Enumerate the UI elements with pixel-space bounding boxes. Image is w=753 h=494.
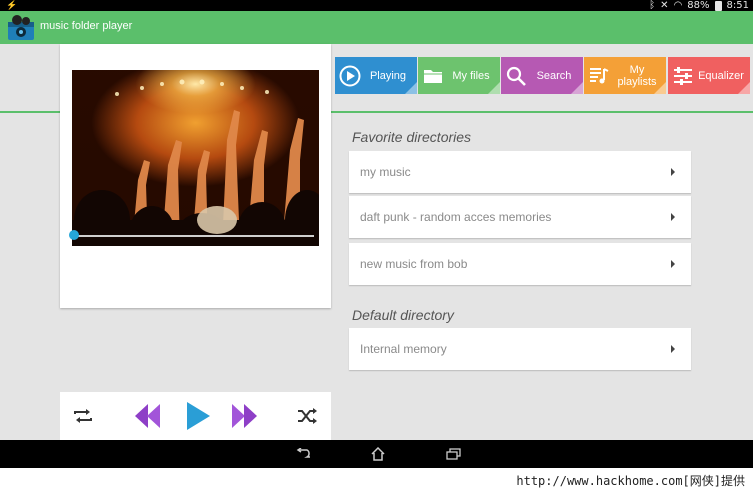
directory-label: daft punk - random acces memories (360, 210, 552, 224)
play-button[interactable] (182, 392, 214, 440)
wifi-icon: ◠ (673, 0, 683, 11)
recents-button[interactable] (445, 446, 463, 462)
concert-crowd-image (72, 79, 319, 246)
favorite-directories-heading: Favorite directories (352, 129, 472, 145)
play-circle-icon (339, 65, 361, 87)
app-logo-icon[interactable] (6, 14, 36, 41)
chevron-right-icon (671, 260, 675, 268)
directory-label: my music (360, 165, 411, 179)
status-bar: ⚡ ᛒ ✕ ◠ 88% 8:51 (0, 0, 753, 11)
battery-percent: 88% (687, 0, 710, 11)
tab-playing[interactable]: Playing (335, 57, 417, 94)
favorite-directory-item[interactable]: my music (349, 151, 691, 193)
tab-search-label: Search (536, 69, 572, 82)
playback-controls (60, 392, 331, 440)
chevron-right-icon (671, 345, 675, 353)
shuffle-button[interactable] (292, 392, 322, 440)
mute-icon: ✕ (660, 0, 669, 11)
tab-equalizer[interactable]: Equalizer (668, 57, 750, 94)
favorite-directory-item[interactable]: daft punk - random acces memories (349, 196, 691, 238)
next-button[interactable] (228, 392, 262, 440)
watermark-text: http://www.hackhome.com[网侠]提供 (516, 474, 745, 488)
search-icon (506, 66, 526, 86)
tab-equalizer-label: Equalizer (698, 69, 744, 82)
seek-bar[interactable] (74, 235, 314, 237)
equalizer-icon (674, 67, 692, 85)
chevron-right-icon (671, 168, 675, 176)
directory-label: Internal memory (360, 342, 447, 356)
notification-icon: ⚡ (6, 0, 18, 10)
playlist-icon (590, 68, 609, 84)
app-title: music folder player (40, 20, 133, 32)
tab-my-files[interactable]: My files (418, 57, 500, 94)
tab-my-playlists-label: My playlists (617, 63, 657, 88)
previous-icon (135, 404, 160, 428)
recents-icon (446, 448, 461, 460)
repeat-icon (74, 409, 92, 423)
shuffle-icon (298, 408, 317, 424)
home-icon (371, 447, 385, 461)
repeat-button[interactable] (68, 392, 98, 440)
status-indicators: ᛒ ✕ ◠ 88% 8:51 (649, 0, 749, 11)
next-icon (232, 404, 257, 428)
directory-label: new music from bob (360, 257, 468, 271)
default-directory-item[interactable]: Internal memory (349, 328, 691, 370)
previous-button[interactable] (130, 392, 164, 440)
tab-my-playlists[interactable]: My playlists (584, 57, 666, 94)
play-icon (187, 402, 210, 430)
folder-icon (424, 70, 442, 83)
tab-search[interactable]: Search (501, 57, 583, 94)
home-button[interactable] (369, 446, 387, 462)
default-directory-heading: Default directory (352, 307, 454, 323)
back-icon (296, 448, 310, 458)
album-art-video[interactable] (72, 70, 319, 246)
tab-my-files-label: My files (452, 69, 490, 82)
bluetooth-icon: ᛒ (649, 0, 656, 11)
back-button[interactable] (295, 446, 313, 462)
favorite-directory-item[interactable]: new music from bob (349, 243, 691, 285)
tab-playing-label: Playing (369, 69, 407, 82)
seek-thumb[interactable] (69, 230, 79, 240)
battery-icon (714, 0, 722, 11)
clock: 8:51 (726, 0, 749, 11)
chevron-right-icon (671, 213, 675, 221)
